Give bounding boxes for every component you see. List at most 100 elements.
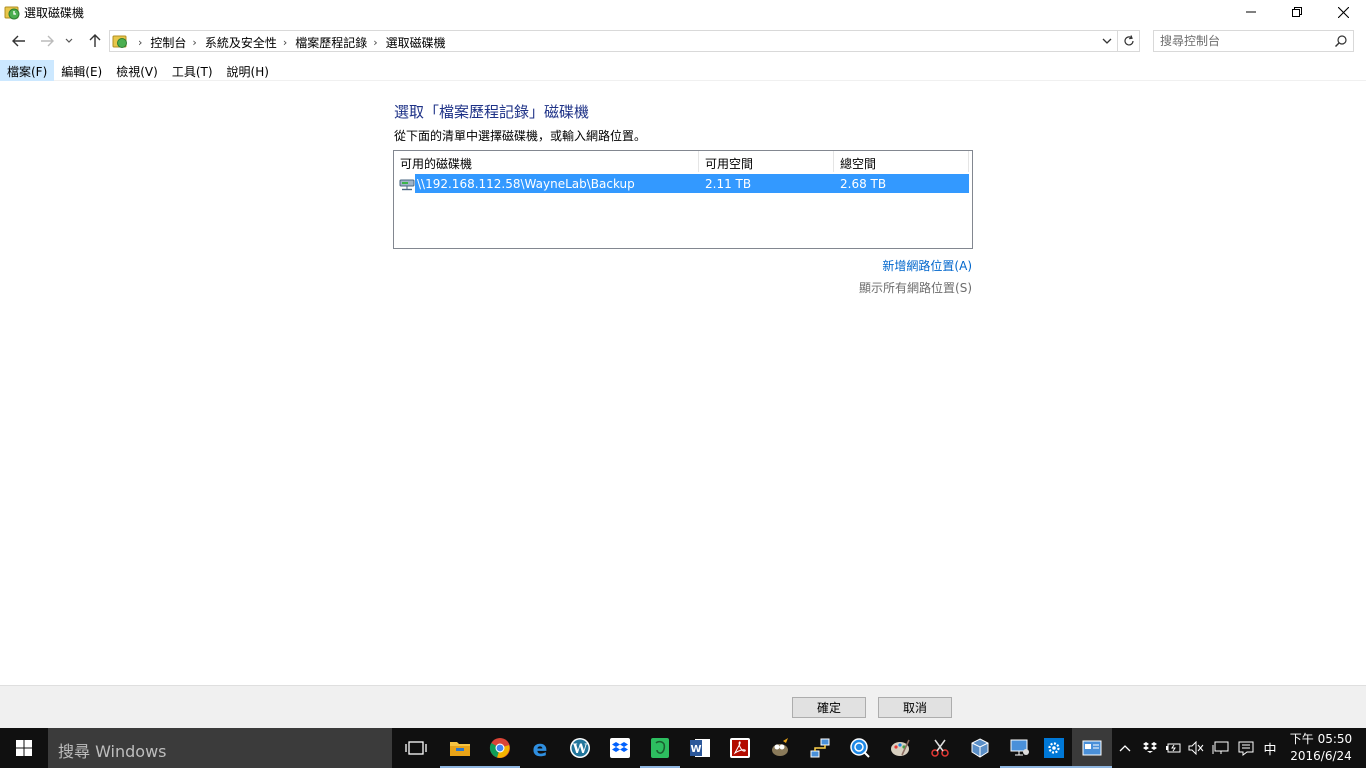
taskbar-app-gimp[interactable] (760, 728, 800, 768)
svg-text:W: W (690, 744, 701, 755)
breadcrumb-system-security[interactable]: 系統及安全性 (205, 34, 277, 51)
page-title: 選取「檔案歷程記錄」磁碟機 (394, 103, 590, 121)
tray-volume[interactable] (1186, 728, 1206, 768)
up-button[interactable] (85, 31, 105, 51)
windows-logo-icon (16, 740, 32, 756)
wordpress-icon: W (570, 738, 590, 758)
taskbar-app-control-panel[interactable] (1072, 728, 1112, 768)
taskbar-app-snip-tool[interactable] (920, 728, 960, 768)
taskbar-app-dropbox[interactable] (600, 728, 640, 768)
search-input[interactable] (1160, 33, 1330, 49)
refresh-icon (1123, 35, 1134, 46)
show-all-network-locations-link[interactable]: 顯示所有網路位置(S) (859, 279, 972, 296)
close-button[interactable] (1320, 0, 1366, 24)
breadcrumb-control-panel[interactable]: 控制台 (150, 34, 186, 51)
breadcrumb-file-history[interactable]: 檔案歷程記錄 (295, 34, 367, 51)
restore-button[interactable] (1274, 0, 1320, 24)
menu-file[interactable]: 檔案(F) (0, 60, 55, 81)
taskbar-search[interactable]: 搜尋 Windows (48, 728, 392, 768)
address-dropdown-icon[interactable] (1100, 34, 1114, 48)
search-icon[interactable] (1334, 34, 1348, 48)
tray-battery[interactable] (1163, 728, 1183, 768)
recent-locations-button[interactable] (62, 31, 76, 51)
ok-button[interactable]: 確定 (792, 697, 866, 718)
chevron-up-icon (1119, 745, 1131, 752)
dropbox-icon (610, 738, 630, 758)
taskbar-app-wordpress[interactable]: W (560, 728, 600, 768)
menu-edit[interactable]: 編輯(E) (54, 60, 109, 81)
monitor-icon (1010, 739, 1029, 756)
taskbar-app-settings[interactable] (1034, 728, 1074, 768)
menu-view[interactable]: 檢視(V) (109, 60, 165, 81)
breadcrumb-select-drive[interactable]: 選取磁碟機 (386, 34, 446, 51)
menu-help[interactable]: 說明(H) (220, 60, 276, 81)
taskbar-app-network-tool[interactable] (800, 728, 840, 768)
drive-total-space: 2.68 TB (840, 177, 887, 191)
chevron-right-icon: › (373, 36, 378, 49)
network-drive-icon (399, 179, 415, 191)
back-button[interactable] (9, 31, 29, 51)
column-header-free-space[interactable]: 可用空間 (699, 151, 834, 172)
navigation-bar: › 控制台 › 系統及安全性 › 檔案歷程記錄 › 選取磁碟機 (0, 27, 1366, 55)
restore-icon (1292, 7, 1302, 17)
folder-icon (450, 742, 470, 756)
clock-date: 2016/6/24 (1290, 749, 1352, 763)
list-item[interactable]: \\192.168.112.58\WayneLab\Backup 2.11 TB… (398, 174, 969, 193)
taskbar-app-file-explorer[interactable] (440, 728, 480, 768)
evernote-icon (651, 738, 669, 758)
drive-path: \\192.168.112.58\WayneLab\Backup (417, 177, 635, 191)
taskbar-app-chrome[interactable] (480, 728, 520, 768)
clock-time: 下午 05:50 (1289, 732, 1353, 746)
chevron-right-icon: › (192, 36, 197, 49)
file-history-icon (4, 6, 20, 20)
edge-icon: e (533, 737, 548, 759)
chrome-icon (489, 738, 510, 758)
task-view-button[interactable] (396, 728, 436, 768)
tray-ime[interactable]: 中 (1259, 728, 1281, 768)
title-bar: 選取磁碟機 (0, 0, 1366, 24)
address-bar[interactable]: › 控制台 › 系統及安全性 › 檔案歷程記錄 › 選取磁碟機 (109, 30, 1118, 52)
chevron-right-icon: › (138, 36, 143, 49)
chevron-down-icon (65, 38, 73, 43)
drive-list[interactable]: 可用的磁碟機 可用空間 總空間 \\192.168.112.58\WayneLa… (393, 150, 973, 249)
show-hidden-icons-button[interactable] (1116, 728, 1134, 768)
acrobat-icon (730, 738, 750, 758)
control-panel-icon (112, 35, 127, 48)
minimize-button[interactable] (1228, 0, 1274, 24)
taskbar-app-word[interactable]: W (680, 728, 720, 768)
network-icon (810, 738, 830, 758)
volume-muted-icon (1188, 741, 1204, 755)
taskbar-app-edge[interactable]: e (520, 728, 560, 768)
cancel-button[interactable]: 取消 (878, 697, 952, 718)
menu-tools[interactable]: 工具(T) (165, 60, 220, 81)
control-panel-icon (1082, 740, 1102, 756)
search-box[interactable] (1153, 30, 1354, 52)
notification-icon (1238, 741, 1254, 756)
tray-action-center[interactable] (1235, 728, 1257, 768)
virtualbox-icon (971, 738, 989, 758)
start-button[interactable] (0, 728, 48, 768)
taskbar-app-zoom-tool[interactable] (840, 728, 880, 768)
column-header-drive[interactable]: 可用的磁碟機 (394, 151, 699, 172)
tray-network[interactable] (1210, 728, 1232, 768)
breadcrumb: › 控制台 › 系統及安全性 › 檔案歷程記錄 › 選取磁碟機 (132, 34, 446, 51)
taskbar-app-virtualbox[interactable] (960, 728, 1000, 768)
close-icon (1337, 6, 1349, 18)
taskbar-app-paint[interactable] (880, 728, 920, 768)
taskbar-app-evernote[interactable] (640, 728, 680, 768)
taskbar-clock[interactable]: 下午 05:50 2016/6/24 (1286, 731, 1356, 765)
minimize-icon (1246, 11, 1256, 13)
refresh-button[interactable] (1118, 30, 1140, 52)
taskbar-app-acrobat[interactable] (720, 728, 760, 768)
dropbox-tray-icon (1143, 742, 1157, 753)
svg-text:W: W (572, 742, 588, 757)
column-header-total-space[interactable]: 總空間 (834, 151, 969, 172)
taskbar-search-text: 搜尋 Windows (58, 742, 167, 761)
menu-bar: 檔案(F) 編輯(E) 檢視(V) 工具(T) 說明(H) (0, 60, 1366, 81)
list-header: 可用的磁碟機 可用空間 總空間 (394, 151, 972, 172)
add-network-location-link[interactable]: 新增網路位置(A) (882, 257, 972, 274)
tray-dropbox[interactable] (1140, 728, 1160, 768)
arrow-up-icon (89, 34, 101, 47)
task-view-icon (405, 741, 427, 755)
forward-button[interactable] (37, 31, 57, 51)
